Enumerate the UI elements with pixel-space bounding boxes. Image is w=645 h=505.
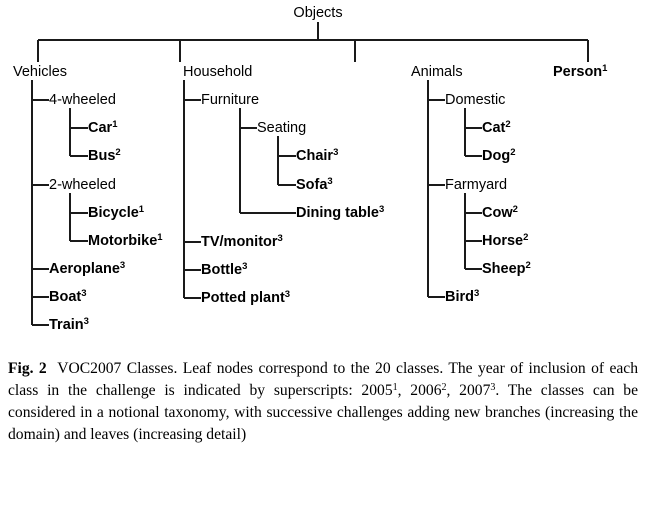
node-car-year-superscript: 1 bbox=[112, 118, 118, 130]
node-person-year-superscript: 1 bbox=[602, 62, 608, 74]
node-sofa-year-superscript: 3 bbox=[327, 175, 333, 187]
node-boat-year-superscript: 3 bbox=[81, 287, 87, 299]
node-sofa-label: Sofa bbox=[296, 176, 328, 193]
node-dog: Dog2 bbox=[482, 146, 516, 164]
node-horse: Horse2 bbox=[482, 231, 529, 249]
node-cat: Cat2 bbox=[482, 118, 511, 136]
node-chair-label: Chair bbox=[296, 147, 334, 164]
node-boat-label: Boat bbox=[49, 288, 82, 305]
figure-caption-segment-3: , 2007 bbox=[446, 382, 491, 400]
node-motorbike-label: Motorbike bbox=[88, 232, 158, 249]
figure-caption-text-1 bbox=[47, 360, 57, 377]
node-train: Train3 bbox=[49, 315, 89, 333]
figure-caption-superscript-2: 2 bbox=[441, 382, 447, 394]
node-bus-label: Bus bbox=[88, 147, 116, 164]
node-farmyard: Farmyard bbox=[445, 178, 507, 193]
node-person: Person1 bbox=[553, 62, 608, 80]
node-bird: Bird3 bbox=[445, 287, 480, 305]
node-dining-table-label: Dining table bbox=[296, 204, 379, 221]
figure-taxonomy-tree: Objects Vehicles Household Animals Perso… bbox=[0, 0, 645, 345]
node-bottle-year-superscript: 3 bbox=[242, 260, 248, 272]
node-horse-label: Horse bbox=[482, 232, 524, 249]
node-2-wheeled-label: 2-wheeled bbox=[49, 176, 116, 193]
node-sheep-year-superscript: 2 bbox=[525, 259, 531, 271]
node-bird-year-superscript: 3 bbox=[474, 287, 480, 299]
node-aeroplane-label: Aeroplane bbox=[49, 260, 120, 277]
node-chair-year-superscript: 3 bbox=[333, 146, 339, 158]
node-animals: Animals bbox=[411, 65, 463, 80]
node-4-wheeled-label: 4-wheeled bbox=[49, 91, 116, 108]
node-household-label: Household bbox=[183, 63, 253, 80]
node-cow: Cow2 bbox=[482, 203, 518, 221]
node-cat-label: Cat bbox=[482, 119, 506, 136]
node-bottle: Bottle3 bbox=[201, 260, 248, 278]
node-potted-plant-year-superscript: 3 bbox=[284, 288, 291, 300]
figure-caption-segment-2: , 2006 bbox=[397, 382, 442, 400]
node-cow-year-superscript: 2 bbox=[512, 203, 518, 215]
node-bus: Bus2 bbox=[88, 146, 121, 164]
node-vehicles: Vehicles bbox=[13, 65, 67, 80]
node-bottle-label: Bottle bbox=[201, 261, 243, 278]
node-person-label: Person bbox=[553, 63, 603, 80]
node-bus-year-superscript: 2 bbox=[115, 146, 121, 158]
node-vehicles-label: Vehicles bbox=[13, 63, 68, 80]
node-household: Household bbox=[183, 65, 252, 80]
node-chair: Chair3 bbox=[296, 146, 339, 164]
figure-caption: Fig. 2 VOC2007 Classes. Leaf nodes corre… bbox=[8, 358, 638, 447]
node-potted-plant: Potted plant3 bbox=[201, 288, 291, 306]
node-seating-label: Seating bbox=[257, 119, 307, 136]
node-aeroplane-year-superscript: 3 bbox=[119, 259, 126, 271]
node-bird-label: Bird bbox=[445, 288, 474, 305]
node-4-wheeled: 4-wheeled bbox=[49, 93, 116, 108]
node-dog-label: Dog bbox=[482, 147, 511, 164]
node-objects-label: Objects bbox=[293, 4, 343, 21]
node-2-wheeled: 2-wheeled bbox=[49, 178, 116, 193]
node-seating: Seating bbox=[257, 121, 306, 136]
node-furniture-label: Furniture bbox=[201, 91, 260, 108]
node-bicycle-label: Bicycle bbox=[88, 204, 139, 221]
node-horse-year-superscript: 2 bbox=[523, 231, 529, 243]
node-sheep-label: Sheep bbox=[482, 260, 526, 277]
node-dining-table-year-superscript: 3 bbox=[378, 203, 385, 215]
node-farmyard-label: Farmyard bbox=[445, 176, 508, 193]
node-motorbike: Motorbike1 bbox=[88, 231, 163, 249]
node-domestic-label: Domestic bbox=[445, 91, 506, 108]
node-sheep: Sheep2 bbox=[482, 259, 531, 277]
node-animals-label: Animals bbox=[411, 63, 463, 80]
node-boat: Boat3 bbox=[49, 287, 87, 305]
node-tv-monitor-label: TV/monitor bbox=[201, 233, 278, 250]
node-aeroplane: Aeroplane3 bbox=[49, 259, 126, 277]
node-sofa: Sofa3 bbox=[296, 175, 333, 193]
node-train-label: Train bbox=[49, 316, 84, 333]
node-tv-monitor: TV/monitor3 bbox=[201, 232, 283, 250]
node-train-year-superscript: 3 bbox=[83, 315, 89, 327]
node-bicycle-year-superscript: 1 bbox=[138, 203, 145, 215]
node-cow-label: Cow bbox=[482, 204, 513, 221]
node-tv-monitor-year-superscript: 3 bbox=[277, 232, 283, 244]
node-car-label: Car bbox=[88, 119, 113, 136]
node-cat-year-superscript: 2 bbox=[505, 118, 511, 130]
node-bicycle: Bicycle1 bbox=[88, 203, 145, 221]
node-car: Car1 bbox=[88, 118, 118, 136]
node-dog-year-superscript: 2 bbox=[510, 146, 516, 158]
node-motorbike-year-superscript: 1 bbox=[157, 231, 163, 243]
node-domestic: Domestic bbox=[445, 93, 505, 108]
node-objects: Objects bbox=[293, 6, 342, 21]
node-furniture: Furniture bbox=[201, 93, 259, 108]
figure-caption-superscript-3: 3 bbox=[490, 382, 496, 394]
figure-caption-label: Fig. 2 bbox=[8, 360, 47, 377]
node-dining-table: Dining table3 bbox=[296, 203, 385, 221]
tree-connector-lines bbox=[31, 22, 589, 326]
node-potted-plant-label: Potted plant bbox=[201, 289, 285, 306]
figure-caption-superscript-1: 1 bbox=[392, 382, 398, 394]
